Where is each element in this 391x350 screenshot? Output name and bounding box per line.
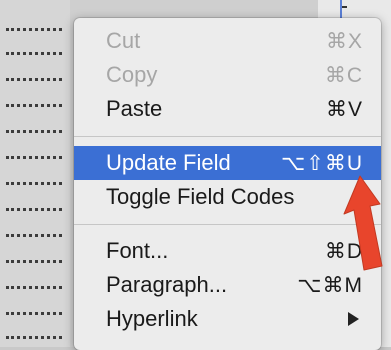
document-page-edge	[0, 0, 70, 347]
menu-item-update-field[interactable]: Update Field ⌥⇧⌘U	[74, 146, 381, 180]
text-caret	[342, 6, 347, 8]
menu-item-copy[interactable]: Copy ⌘C	[74, 58, 381, 92]
dotted-leader	[6, 52, 62, 55]
dotted-leader	[6, 312, 62, 315]
menu-item-shortcut: ⌘V	[325, 97, 363, 121]
dotted-leader	[6, 130, 62, 133]
menu-item-shortcut: ⌥⇧⌘U	[281, 151, 363, 175]
menu-item-paragraph[interactable]: Paragraph... ⌥⌘M	[74, 268, 381, 302]
context-menu: Cut ⌘X Copy ⌘C Paste ⌘V Update Field ⌥⇧⌘…	[74, 18, 381, 350]
dotted-leader	[6, 208, 62, 211]
dotted-leader	[6, 260, 62, 263]
dotted-leader	[6, 286, 62, 289]
menu-item-shortcut: ⌘D	[324, 239, 363, 263]
menu-item-label: Copy	[106, 62, 158, 87]
menu-item-label: Update Field	[106, 150, 231, 175]
dotted-leader	[6, 104, 62, 107]
dotted-leader	[6, 156, 62, 159]
menu-separator	[74, 136, 381, 137]
menu-separator	[74, 224, 381, 225]
chevron-right-icon	[348, 312, 359, 326]
menu-item-toggle-field-codes[interactable]: Toggle Field Codes	[74, 180, 381, 214]
menu-item-cut[interactable]: Cut ⌘X	[74, 24, 381, 58]
menu-item-label: Hyperlink	[106, 306, 198, 331]
dotted-leader	[6, 182, 62, 185]
dotted-leader	[6, 28, 62, 31]
menu-item-label: Toggle Field Codes	[106, 184, 295, 209]
menu-item-label: Paragraph...	[106, 272, 228, 297]
menu-item-shortcut: ⌥⌘M	[297, 273, 363, 297]
menu-item-hyperlink[interactable]: Hyperlink	[74, 302, 381, 336]
dotted-leader	[6, 234, 62, 237]
dotted-leader	[6, 336, 62, 339]
menu-item-label: Cut	[106, 28, 141, 53]
menu-item-label: Font...	[106, 238, 169, 263]
menu-item-label: Paste	[106, 96, 163, 121]
menu-item-paste[interactable]: Paste ⌘V	[74, 92, 381, 126]
menu-item-shortcut: ⌘X	[325, 29, 363, 53]
dotted-leader	[6, 78, 62, 81]
menu-item-shortcut: ⌘C	[324, 63, 363, 87]
text-cursor	[340, 0, 342, 18]
menu-item-font[interactable]: Font... ⌘D	[74, 234, 381, 268]
